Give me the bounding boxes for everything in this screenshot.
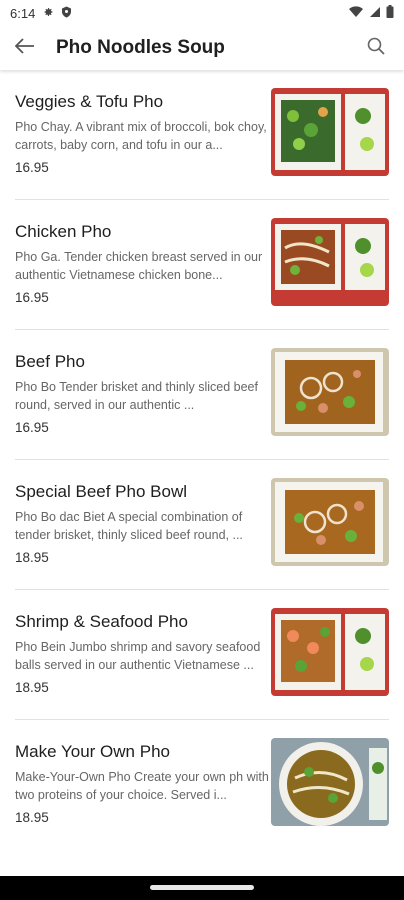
home-gesture-handle[interactable] (150, 885, 254, 890)
item-name: Veggies & Tofu Pho (15, 92, 164, 111)
item-name: Special Beef Pho Bowl (15, 482, 187, 501)
item-price: 16.95 (15, 290, 49, 305)
item-name: Make Your Own Pho (15, 742, 170, 761)
system-navigation-bar (0, 876, 404, 900)
page-title: Pho Noodles Soup (56, 37, 225, 58)
item-description: Pho Chay. A vibrant mix of broccoli, bok… (15, 120, 267, 152)
back-button[interactable] (0, 26, 50, 70)
item-photo (271, 738, 389, 826)
item-name: Chicken Pho (15, 222, 112, 241)
battery-icon (386, 5, 394, 21)
item-name: Shrimp & Seafood Pho (15, 612, 188, 631)
item-photo (271, 348, 389, 436)
item-photo (271, 608, 389, 696)
item-price: 18.95 (15, 810, 49, 825)
item-description: Make-Your-Own Pho Create your own ph wit… (15, 770, 269, 802)
app-bar: Pho Noodles Soup (0, 26, 404, 70)
signal-icon (368, 6, 381, 21)
shield-icon (61, 6, 72, 21)
item-name: Beef Pho (15, 352, 85, 371)
menu-item[interactable]: Veggies & Tofu Pho Pho Chay. A vibrant m… (15, 70, 389, 200)
menu-item[interactable]: Chicken Pho Pho Ga. Tender chicken breas… (15, 200, 389, 330)
item-description: Pho Ga. Tender chicken breast served in … (15, 250, 263, 282)
wifi-icon (349, 5, 363, 21)
item-description: Pho Bo Tender brisket and thinly sliced … (15, 380, 258, 412)
menu-item[interactable]: Shrimp & Seafood Pho Pho Bein Jumbo shri… (15, 590, 389, 720)
menu-item[interactable]: Make Your Own Pho Make-Your-Own Pho Crea… (15, 720, 389, 850)
arrow-left-icon (14, 37, 35, 59)
status-bar: 6:14 (0, 0, 404, 26)
item-price: 16.95 (15, 420, 49, 435)
item-photo (271, 88, 389, 176)
clock: 6:14 (10, 5, 36, 21)
item-photo (271, 218, 389, 306)
settings-icon (42, 6, 54, 21)
menu-list: Veggies & Tofu Pho Pho Chay. A vibrant m… (0, 70, 404, 850)
item-price: 18.95 (15, 680, 49, 695)
search-icon (367, 37, 385, 60)
item-price: 18.95 (15, 550, 49, 565)
search-button[interactable] (354, 26, 398, 70)
menu-item[interactable]: Special Beef Pho Bowl Pho Bo dac Biet A … (15, 460, 389, 590)
item-description: Pho Bein Jumbo shrimp and savory seafood… (15, 640, 261, 672)
item-description: Pho Bo dac Biet A special combination of… (15, 510, 243, 542)
item-price: 16.95 (15, 160, 49, 175)
menu-item[interactable]: Beef Pho Pho Bo Tender brisket and thinl… (15, 330, 389, 460)
item-photo (271, 478, 389, 566)
